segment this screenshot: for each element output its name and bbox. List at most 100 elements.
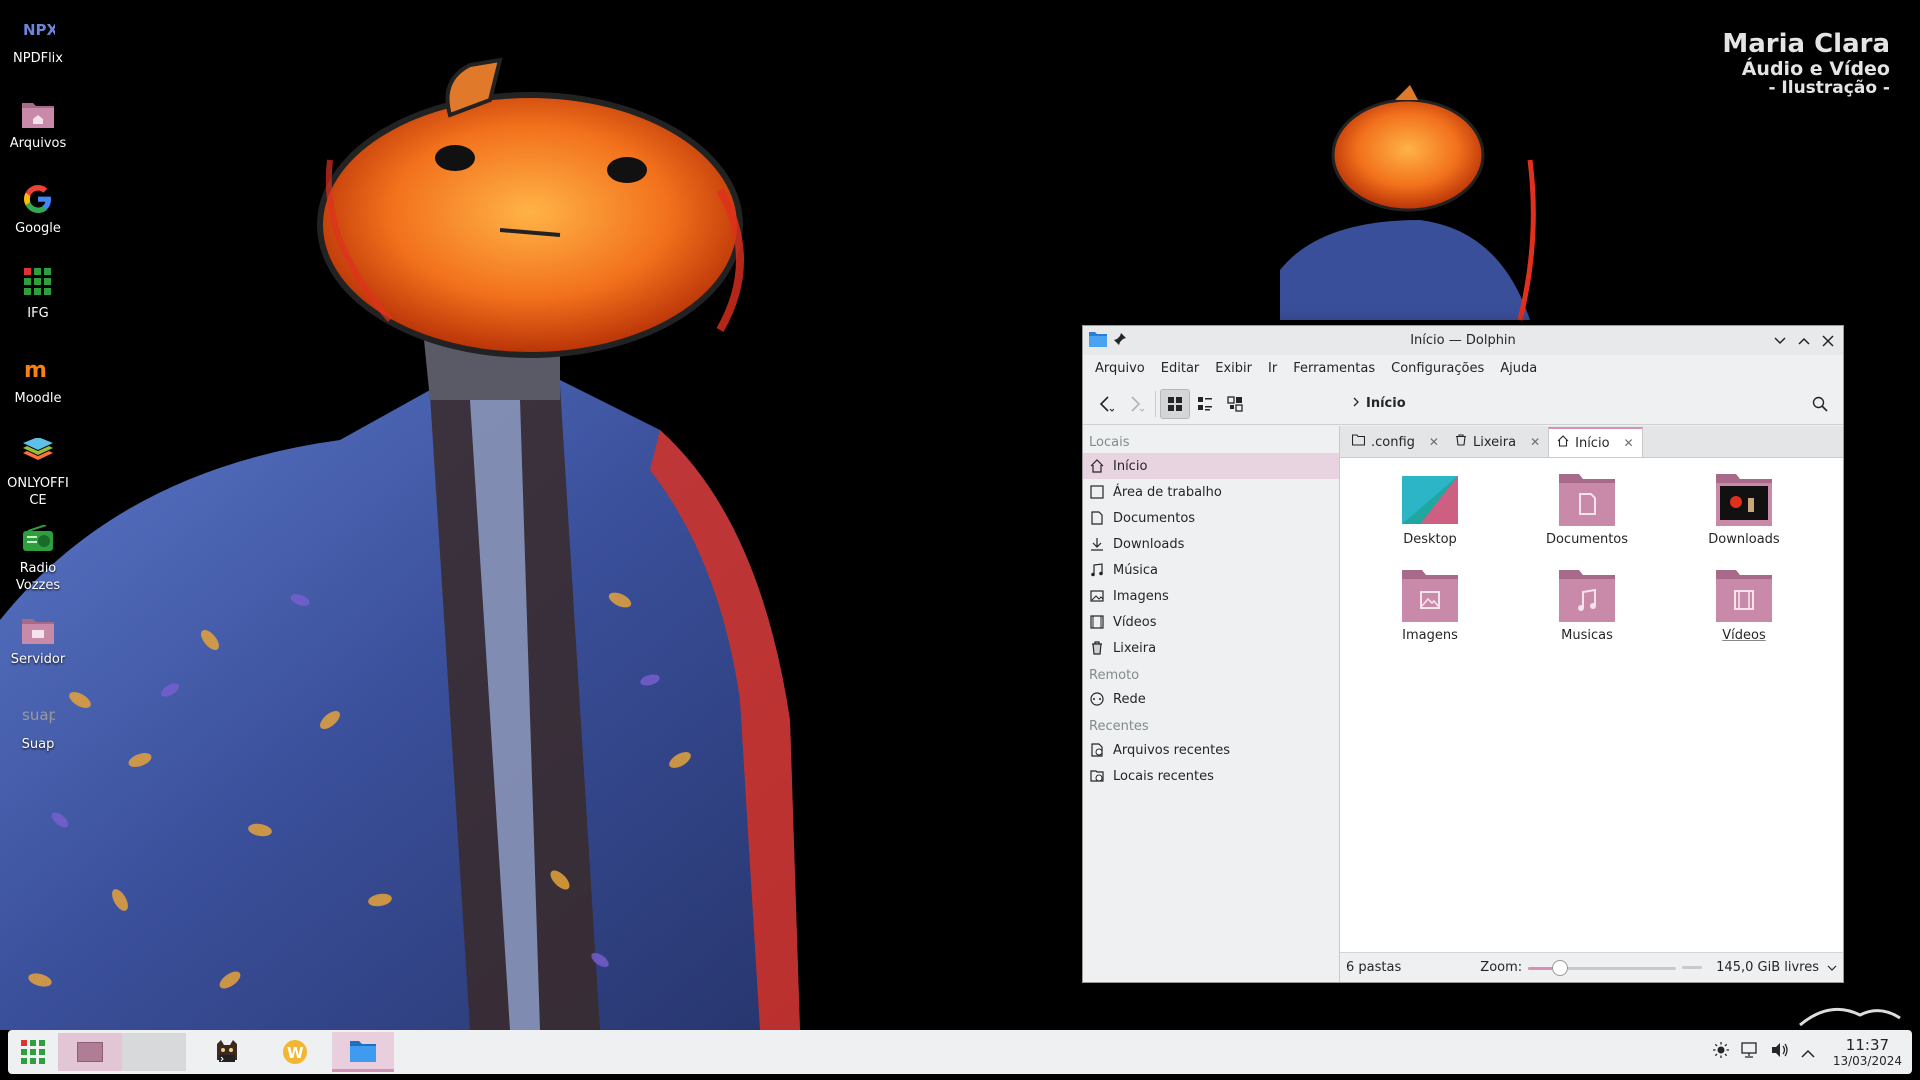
compact-view-button[interactable] [1190, 389, 1220, 419]
file-item-musicas[interactable]: Musicas [1527, 568, 1647, 643]
desktop-icon-arquivos[interactable]: Arquivos [0, 93, 76, 178]
desktop-icon-suap[interactable]: suap Suap [0, 694, 76, 779]
clock-date: 13/03/2024 [1832, 1053, 1902, 1068]
place-musica[interactable]: Música [1083, 557, 1339, 583]
place-label: Arquivos recentes [1113, 742, 1230, 758]
chevron-up-icon[interactable] [1801, 1043, 1815, 1062]
file-item-documentos[interactable]: Documentos [1527, 472, 1647, 547]
suap-icon: suap [21, 698, 55, 732]
credit-name: Maria Clara [1722, 29, 1890, 59]
places-header-remoto: Remoto [1089, 668, 1140, 683]
details-view-button[interactable] [1220, 389, 1250, 419]
documents-folder-icon [1559, 474, 1615, 526]
maximize-button[interactable] [1795, 332, 1813, 350]
brightness-icon[interactable] [1712, 1042, 1729, 1062]
radio-icon [21, 522, 55, 556]
place-area-de-trabalho[interactable]: Área de trabalho [1083, 479, 1339, 505]
tab-inicio[interactable]: Início ✕ [1548, 427, 1643, 457]
desktop-icon-label: Servidor [10, 652, 66, 667]
desktop-icon-radio-vozzes[interactable]: Radio Vozzes [0, 518, 76, 603]
place-locais-recentes[interactable]: Locais recentes [1083, 763, 1339, 789]
file-name: Documentos [1545, 532, 1629, 547]
app-launcher-button[interactable] [16, 1032, 50, 1072]
tab-config[interactable]: .config ✕ [1344, 427, 1447, 457]
forward-button[interactable] [1121, 389, 1151, 419]
file-item-imagens[interactable]: Imagens [1370, 568, 1490, 643]
icons-view-button[interactable] [1160, 388, 1190, 419]
desktop-icon-servidor[interactable]: Servidor [0, 609, 76, 694]
place-label: Lixeira [1113, 640, 1157, 656]
place-arquivos-recentes[interactable]: Arquivos recentes [1083, 737, 1339, 763]
tab-lixeira[interactable]: Lixeira ✕ [1447, 427, 1548, 457]
places-header-locais: Locais [1089, 435, 1130, 450]
file-item-downloads[interactable]: Downloads [1684, 472, 1804, 547]
virtual-desktop-1[interactable] [58, 1033, 122, 1071]
taskbar-terminal-app[interactable] [196, 1032, 258, 1072]
place-rede[interactable]: Rede [1083, 686, 1339, 712]
svg-text:m: m [24, 358, 47, 381]
clock[interactable]: 11:37 13/03/2024 [1832, 1036, 1902, 1068]
desktop-icon-onlyoffice[interactable]: ONLYOFFICE [0, 433, 76, 518]
desktop-icon-npdflix[interactable]: NPX NPDFlix [0, 8, 76, 93]
desktop-icon-google[interactable]: Google [0, 178, 76, 263]
place-downloads[interactable]: Downloads [1083, 531, 1339, 557]
place-imagens[interactable]: Imagens [1083, 583, 1339, 609]
desktop-icon-label: Google [15, 221, 61, 236]
video-icon [1089, 614, 1105, 630]
tab-close-icon[interactable]: ✕ [1429, 435, 1439, 449]
taskbar-dolphin-app[interactable] [332, 1032, 394, 1072]
place-documentos[interactable]: Documentos [1083, 505, 1339, 531]
close-button[interactable] [1819, 332, 1837, 350]
toolbar: Início [1083, 383, 1843, 425]
menu-editar[interactable]: Editar [1153, 355, 1208, 383]
place-lixeira[interactable]: Lixeira [1083, 635, 1339, 661]
place-label: Imagens [1113, 588, 1169, 604]
taskbar-office-app[interactable]: W [264, 1032, 326, 1072]
place-label: Início [1113, 458, 1148, 474]
file-name: Desktop [1403, 532, 1457, 547]
back-button[interactable] [1091, 389, 1121, 419]
folder-count: 6 pastas [1346, 960, 1402, 975]
place-videos[interactable]: Vídeos [1083, 609, 1339, 635]
window-body: Locais Início Área de trabalho Documento… [1083, 426, 1843, 982]
search-button[interactable] [1805, 389, 1835, 419]
desktop-icon-ifg[interactable]: IFG [0, 263, 76, 348]
desktop-icon-moodle[interactable]: m Moodle [0, 348, 76, 433]
file-item-desktop[interactable]: Desktop [1370, 472, 1490, 547]
pin-icon[interactable] [1113, 332, 1127, 350]
menu-ajuda[interactable]: Ajuda [1492, 355, 1545, 383]
file-view[interactable]: Desktop Documentos Downloads Imagens Mus… [1340, 458, 1843, 952]
music-folder-icon [1559, 570, 1615, 622]
minimize-button[interactable] [1771, 332, 1789, 350]
network-wired-icon[interactable] [1741, 1042, 1759, 1062]
file-item-videos[interactable]: Vídeos [1684, 568, 1804, 643]
menu-exibir[interactable]: Exibir [1207, 355, 1260, 383]
menu-ferramentas[interactable]: Ferramentas [1285, 355, 1383, 383]
place-inicio[interactable]: Início [1083, 453, 1339, 479]
menu-arquivo[interactable]: Arquivo [1087, 355, 1153, 383]
tab-label: Lixeira [1472, 434, 1517, 450]
home-icon [1089, 458, 1105, 474]
menu-configuracoes[interactable]: Configurações [1383, 355, 1492, 383]
virtual-desktop-2[interactable] [122, 1033, 186, 1071]
dolphin-app-icon [1089, 331, 1107, 351]
breadcrumb-current[interactable]: Início [1366, 396, 1406, 411]
menu-ir[interactable]: Ir [1260, 355, 1285, 383]
zoom-slider-handle[interactable] [1552, 959, 1569, 976]
wps-office-icon: W [283, 1040, 307, 1064]
volume-icon[interactable] [1771, 1042, 1789, 1062]
tab-close-icon[interactable]: ✕ [1530, 435, 1540, 449]
tab-label: Início [1575, 435, 1610, 451]
desktop-icon-label: Moodle [14, 391, 62, 406]
folder-icon [1351, 434, 1366, 450]
npdflix-icon: NPX [21, 12, 55, 46]
tab-close-icon[interactable]: ✕ [1624, 436, 1634, 450]
tabbar: .config ✕ Lixeira ✕ Início ✕ [1340, 426, 1843, 458]
free-space-indicator[interactable]: 145,0 GiB livres [1716, 960, 1837, 975]
window-titlebar[interactable]: Início — Dolphin [1083, 326, 1843, 355]
breadcrumb[interactable]: Início [1352, 396, 1406, 411]
places-header-recentes: Recentes [1089, 719, 1149, 734]
free-space-label: 145,0 GiB livres [1716, 960, 1819, 975]
trash-icon [1455, 434, 1467, 450]
zoom-slider[interactable] [1528, 959, 1677, 976]
